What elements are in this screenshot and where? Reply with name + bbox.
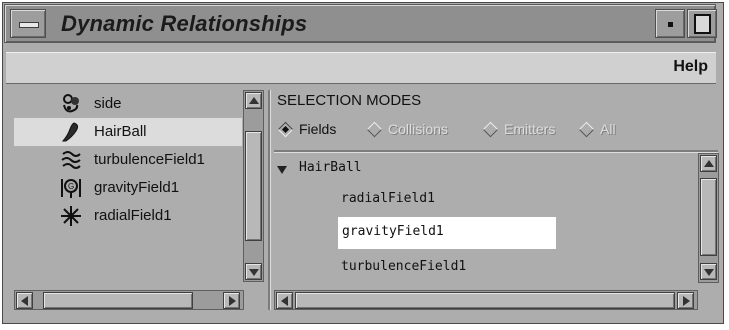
scroll-right-button[interactable]	[677, 292, 694, 309]
arrow-up-icon	[704, 160, 714, 167]
help-menu[interactable]: Help	[673, 58, 708, 76]
object-list-vscrollbar[interactable]	[243, 90, 264, 282]
list-item-label: turbulenceField1	[94, 151, 205, 168]
object-list: side HairBall turbulenceField1 G gravity…	[14, 90, 242, 282]
scroll-thumb[interactable]	[43, 292, 193, 309]
arrow-up-icon	[249, 97, 259, 104]
scroll-thumb[interactable]	[295, 292, 675, 309]
radio-label: Fields	[299, 121, 337, 137]
list-item-label: radialField1	[94, 207, 172, 224]
menu-bar: Help	[6, 52, 716, 84]
arrow-down-icon	[249, 269, 259, 276]
arrow-left-icon	[21, 296, 28, 306]
object-list-hscrollbar[interactable]	[14, 290, 244, 310]
title-bar[interactable]: Dynamic Relationships	[4, 4, 717, 43]
window-menu-icon	[19, 22, 39, 28]
scroll-up-button[interactable]	[245, 92, 262, 109]
tree-root-label: HairBall	[299, 160, 362, 175]
tree-hscrollbar[interactable]	[274, 290, 698, 310]
selection-modes-title: SELECTION MODES	[277, 92, 422, 109]
arrow-left-icon	[281, 296, 288, 306]
radio-label: All	[600, 121, 616, 137]
tree-vscrollbar[interactable]	[698, 153, 719, 283]
character-icon	[63, 94, 79, 113]
list-item-gravityfield1[interactable]: G gravityField1	[14, 174, 242, 202]
tree-item-radialfield1[interactable]: radialField1	[341, 191, 435, 206]
object-list-pane: side HairBall turbulenceField1 G gravity…	[14, 90, 264, 282]
scroll-down-button[interactable]	[245, 263, 262, 280]
list-item-label: side	[94, 95, 122, 112]
scroll-down-button[interactable]	[700, 263, 717, 280]
list-item-turbulencefield1[interactable]: turbulenceField1	[14, 146, 242, 174]
scroll-left-button[interactable]	[16, 292, 33, 309]
tree-item-gravityfield1[interactable]: gravityField1	[338, 217, 556, 249]
turbulence-field-icon	[61, 151, 81, 169]
list-item-side[interactable]: side	[14, 90, 242, 118]
hair-curve-icon	[61, 122, 79, 142]
maximize-icon	[694, 14, 711, 34]
window-menu-button[interactable]	[10, 9, 46, 38]
radio-label: Collisions	[388, 121, 448, 137]
expand-triangle-icon[interactable]	[277, 166, 287, 174]
relationship-tree: HairBall radialField1 gravityField1 turb…	[277, 153, 697, 283]
scroll-right-button[interactable]	[223, 292, 240, 309]
scroll-thumb[interactable]	[700, 178, 717, 256]
list-item-label: gravityField1	[94, 179, 180, 196]
tree-item-label: gravityField1	[342, 224, 444, 239]
list-item-hairball[interactable]: HairBall	[14, 118, 242, 146]
scroll-left-button[interactable]	[276, 292, 293, 309]
radio-label: Emitters	[504, 121, 556, 137]
pane-divider[interactable]	[268, 90, 271, 310]
arrow-down-icon	[704, 269, 714, 276]
minimize-button[interactable]	[655, 9, 685, 38]
arrow-right-icon	[229, 296, 236, 306]
list-item-radialfield1[interactable]: radialField1	[14, 202, 242, 230]
list-item-label: HairBall	[94, 123, 147, 140]
minimize-icon	[668, 22, 673, 27]
window-title: Dynamic Relationships	[61, 11, 308, 36]
gravity-field-icon: G	[61, 179, 81, 198]
maximize-button[interactable]	[687, 9, 717, 38]
radial-field-icon	[61, 206, 81, 226]
svg-text:G: G	[68, 182, 74, 191]
arrow-right-icon	[683, 296, 690, 306]
scroll-up-button[interactable]	[700, 155, 717, 172]
scroll-thumb[interactable]	[245, 131, 262, 241]
tree-item-turbulencefield1[interactable]: turbulenceField1	[341, 259, 466, 274]
